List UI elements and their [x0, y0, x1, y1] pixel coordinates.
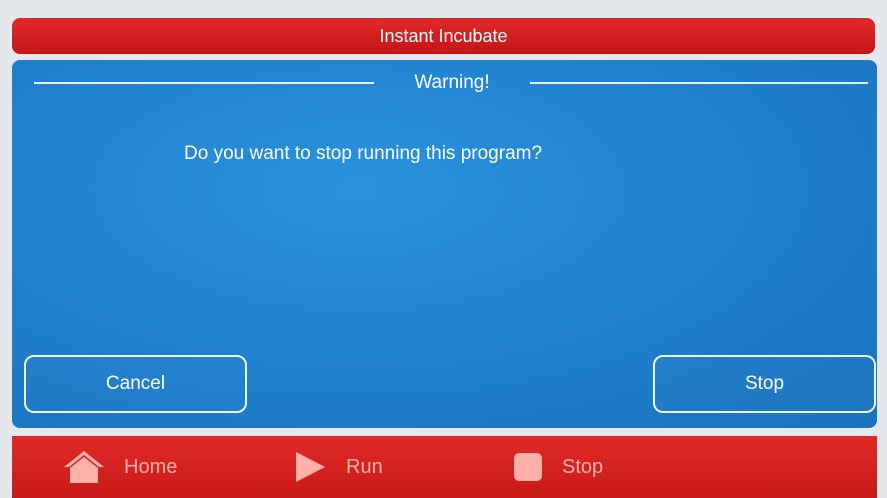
cancel-button-label: Cancel	[105, 373, 166, 394]
play-icon	[292, 450, 328, 484]
nav-home-label: Home	[124, 455, 178, 478]
nav-home[interactable]: Home	[62, 436, 177, 498]
nav-stop-label: Stop	[562, 455, 604, 478]
bottom-nav-bar: Home Run Stop	[12, 436, 877, 498]
nav-stop[interactable]: Stop	[512, 436, 603, 498]
cancel-button[interactable]: Cancel	[24, 355, 247, 413]
stop-icon	[512, 451, 544, 483]
dialog-heading: Warning!	[414, 72, 490, 93]
home-icon	[62, 449, 106, 485]
dialog-heading-row: Warning!	[12, 70, 877, 98]
stop-button[interactable]: Stop	[653, 355, 876, 413]
heading-divider-left	[34, 82, 374, 84]
heading-divider-right	[530, 82, 868, 84]
dialog-message: Do you want to stop running this program…	[184, 143, 543, 164]
stop-button-label: Stop	[744, 373, 785, 394]
device-screen: Instant Incubate Warning! Do you want to…	[0, 0, 887, 498]
nav-run-label: Run	[346, 455, 383, 478]
warning-dialog: Warning! Do you want to stop running thi…	[12, 60, 877, 428]
nav-run[interactable]: Run	[292, 436, 383, 498]
title-bar: Instant Incubate	[12, 18, 875, 54]
screen-title: Instant Incubate	[379, 25, 508, 46]
